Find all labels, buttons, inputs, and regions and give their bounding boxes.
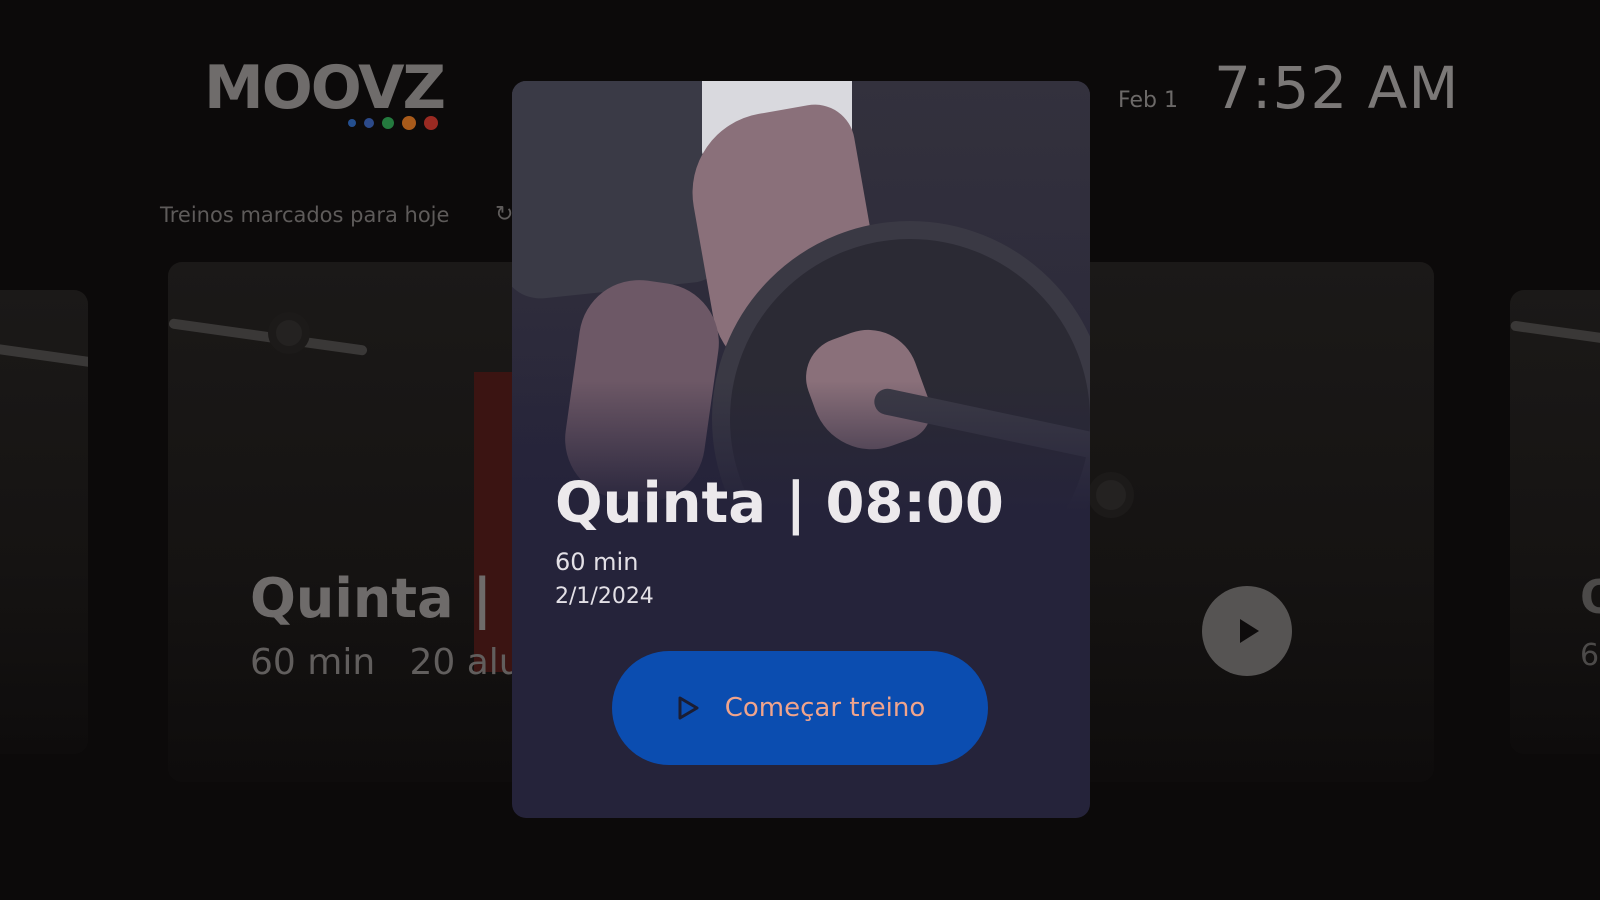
workout-card-left-partial[interactable] [0, 290, 88, 754]
clock-date: Feb 1 [1118, 88, 1178, 113]
clock-time: 7:52 AM [1214, 54, 1460, 122]
card-subtitle-partial: 6 [1580, 638, 1600, 673]
start-workout-label: Começar treino [724, 693, 926, 723]
play-button[interactable] [1202, 586, 1292, 676]
logo-dots [348, 116, 438, 130]
workout-photo [512, 81, 1090, 511]
card-subtitle: 60 min 20 alu [250, 642, 522, 683]
screen: MOOVZ Feb 1 7:52 AM Treinos marcados par… [0, 0, 1600, 900]
section-title: Treinos marcados para hoje [160, 203, 450, 227]
card-title: Quinta | 0 [250, 567, 549, 630]
logo-dot-red [424, 116, 438, 130]
barbell-shape [1510, 320, 1600, 350]
modal-duration: 60 min [555, 548, 639, 576]
play-icon [1240, 619, 1259, 643]
workout-card-right-partial[interactable]: Q 6 [1510, 290, 1600, 754]
play-outline-icon [678, 696, 699, 720]
card-duration: 60 min [250, 642, 376, 683]
logo-dot-orange [402, 116, 416, 130]
moovz-logo: MOOVZ [204, 53, 446, 130]
barbell-collar [268, 312, 310, 354]
barbell-end [1088, 472, 1134, 518]
start-workout-button[interactable]: Começar treino [612, 651, 988, 765]
logo-dot-indigo [364, 118, 374, 128]
logo-dot-blue [348, 119, 356, 127]
logo-text: MOOVZ [204, 53, 446, 123]
card-students: 20 alu [409, 642, 522, 683]
logo-dot-green [382, 117, 394, 129]
modal-date: 2/1/2024 [555, 584, 654, 609]
modal-title: Quinta | 08:00 [555, 471, 1004, 536]
barbell-shape [0, 341, 88, 369]
card-title-partial: Q [1580, 570, 1600, 624]
refresh-icon[interactable]: ↻ [495, 202, 513, 227]
workout-detail-modal: Quinta | 08:00 60 min 2/1/2024 Começar t… [512, 81, 1090, 818]
